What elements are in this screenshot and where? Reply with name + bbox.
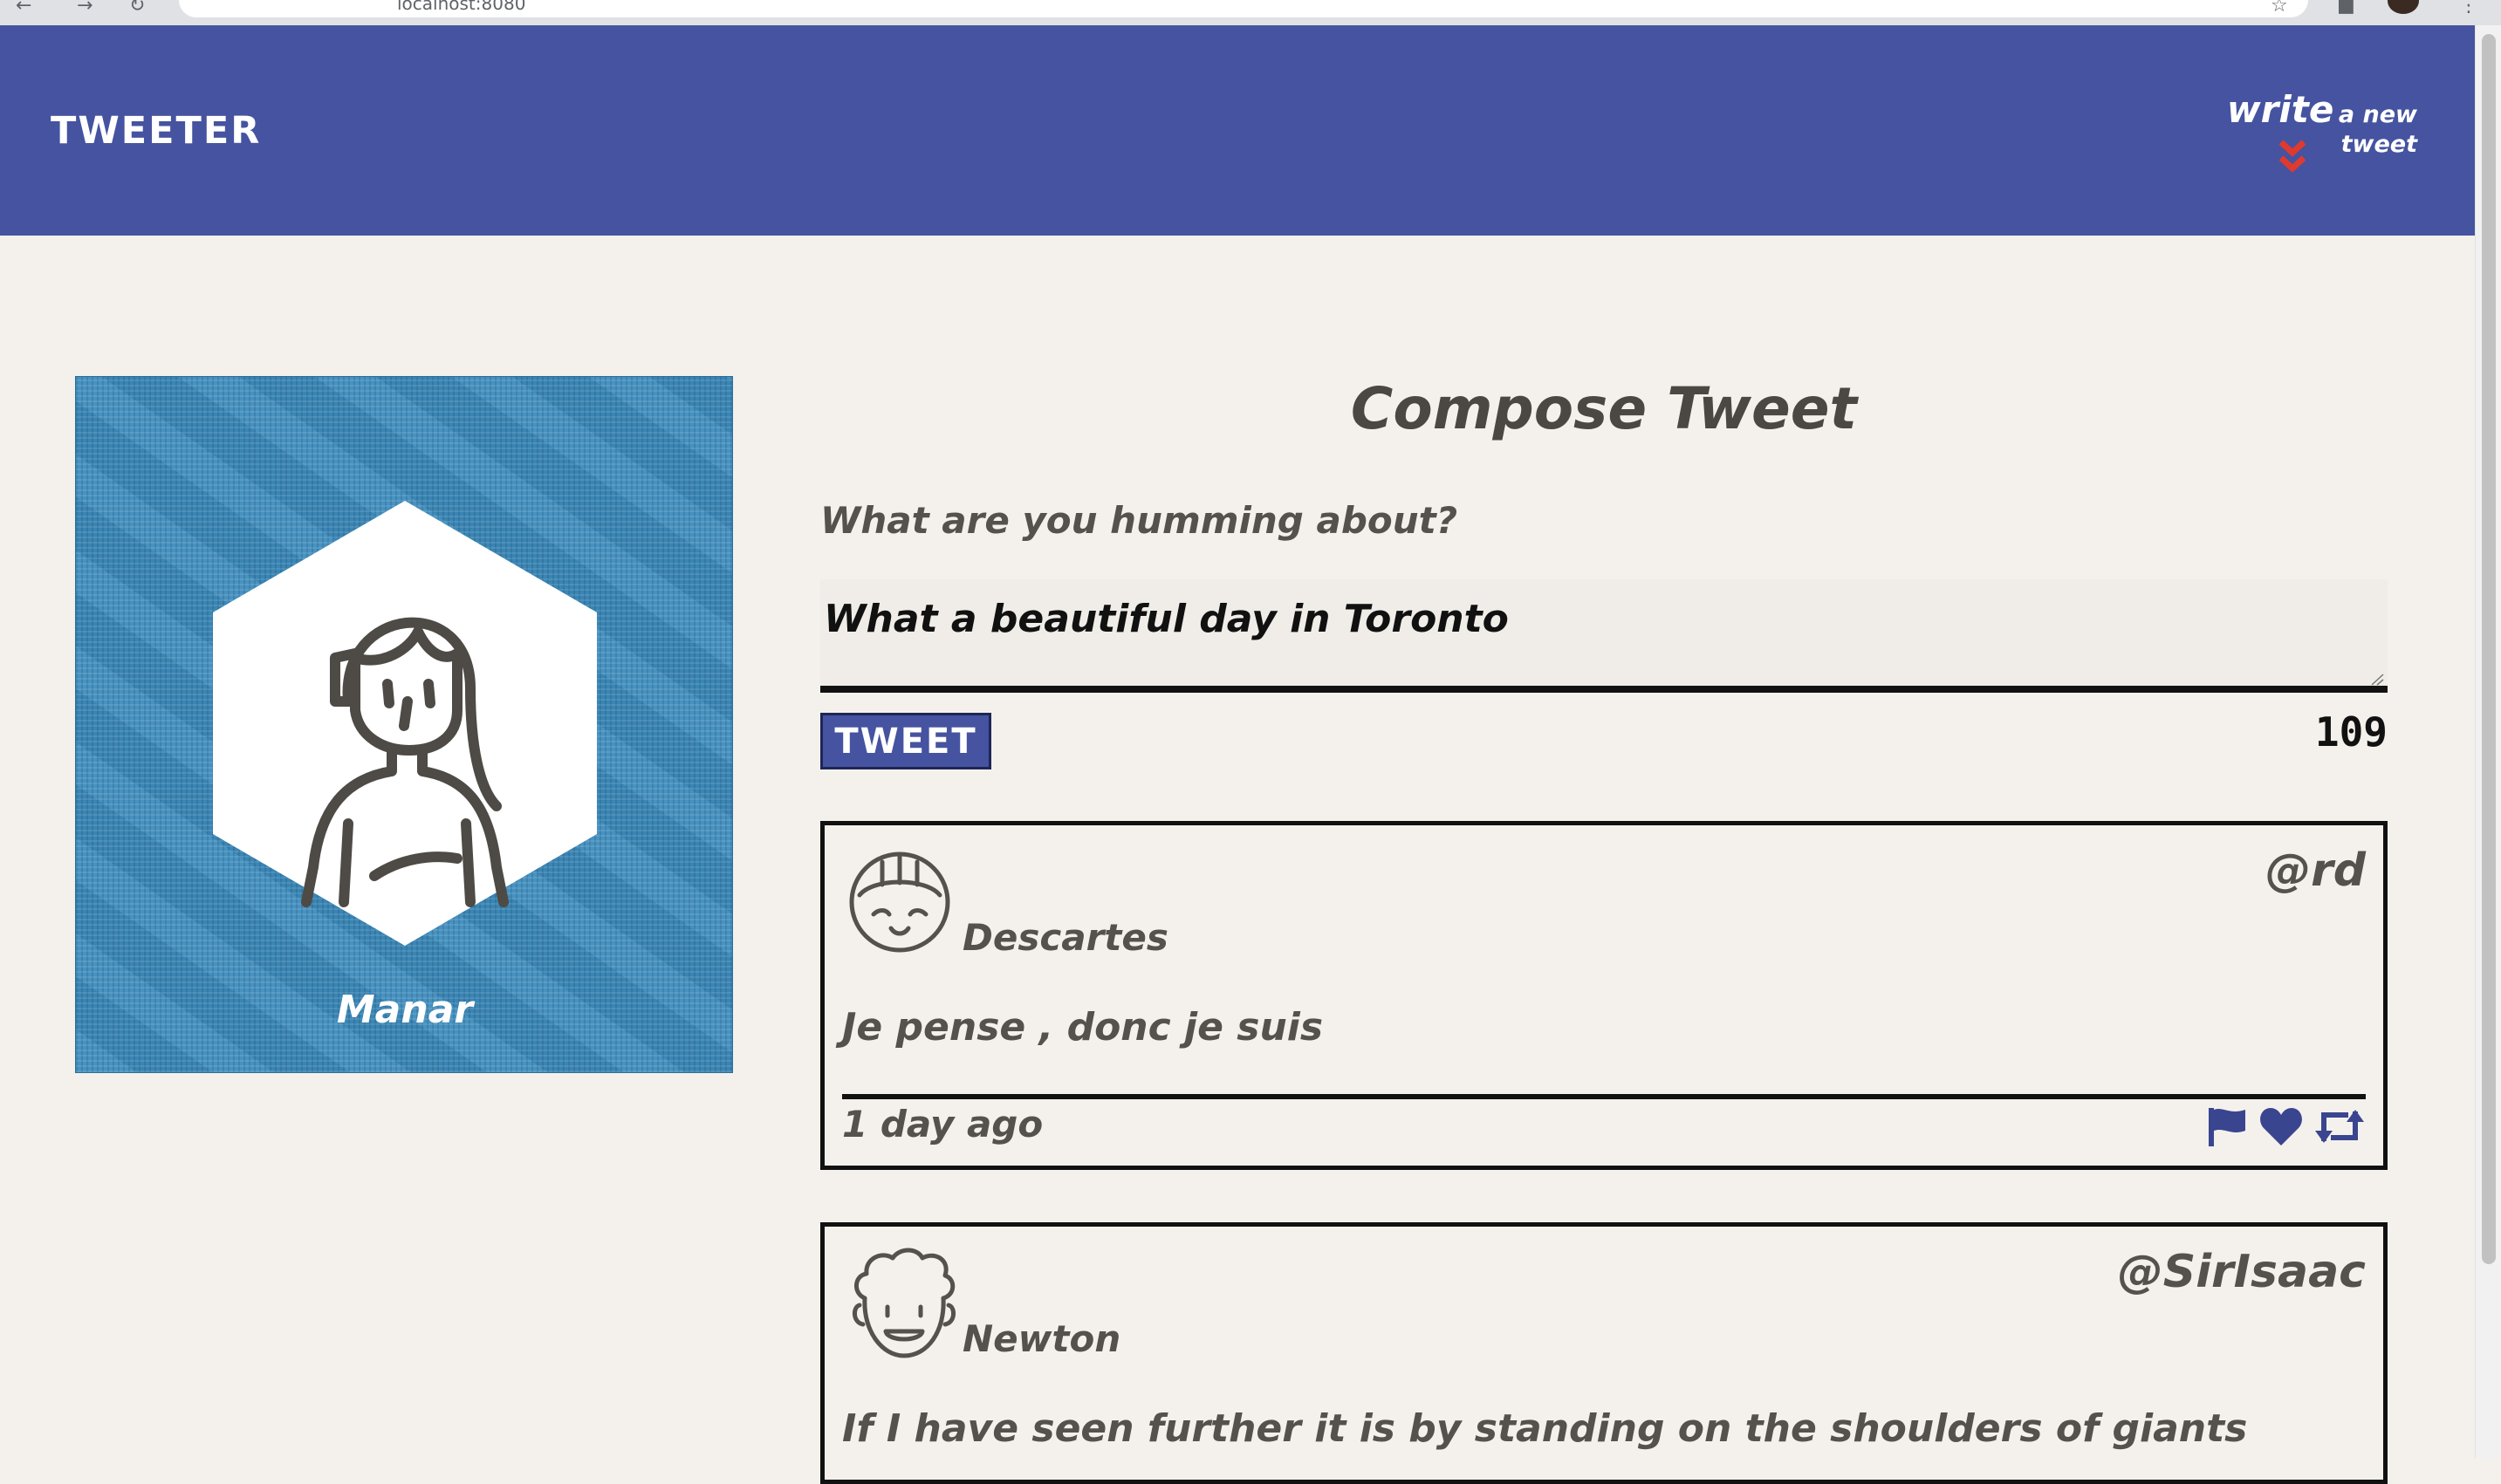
- compose-title: Compose Tweet: [1350, 375, 1858, 442]
- reload-icon[interactable]: ↻: [129, 0, 145, 17]
- browser-chrome: ← → ↻ localhost:8080 ☆ ■ ⋮: [0, 0, 2501, 25]
- tweet-actions: [2200, 1104, 2366, 1152]
- browser-menu-icon[interactable]: ⋮: [2459, 0, 2478, 17]
- forward-icon[interactable]: →: [77, 0, 93, 17]
- tweet-author-name: Newton: [963, 1317, 1121, 1360]
- retweet-icon[interactable]: [2313, 1106, 2366, 1150]
- back-icon[interactable]: ←: [16, 0, 31, 17]
- compose-label: What are you humming about?: [820, 499, 1458, 542]
- double-chevron-down-icon[interactable]: [2278, 139, 2307, 177]
- extensions-icon[interactable]: ■: [2337, 0, 2355, 17]
- address-bar-url: localhost:8080: [397, 0, 526, 14]
- heart-icon[interactable]: [2258, 1105, 2304, 1151]
- tweet-handle[interactable]: @rd: [2265, 845, 2366, 897]
- bookmark-star-icon[interactable]: ☆: [2271, 0, 2288, 17]
- profile-name: Manar: [336, 988, 474, 1032]
- tweet-text-input[interactable]: What a beautiful day in Toronto: [820, 579, 2388, 693]
- user-profile-card: Manar: [75, 376, 733, 1073]
- write-label: write: [2226, 88, 2334, 131]
- navbar: TWEETER write a new tweet: [0, 25, 2475, 236]
- new-tweet-label: a new tweet: [2338, 101, 2417, 158]
- browser-profile-avatar[interactable]: [2388, 0, 2419, 14]
- address-bar[interactable]: localhost:8080: [179, 0, 2308, 17]
- page-scrollbar[interactable]: [2475, 25, 2501, 1459]
- curly-hair-avatar-icon: [853, 1248, 956, 1358]
- tweet-card: Descartes @rd Je pense , donc je suis 1 …: [820, 821, 2388, 1170]
- resize-grip-icon[interactable]: [2370, 674, 2384, 686]
- tweet-content: Je pense , donc je suis: [842, 1005, 1324, 1050]
- tweet-handle[interactable]: @SirIsaac: [2118, 1246, 2366, 1298]
- tweet-submit-button[interactable]: TWEET: [820, 713, 991, 769]
- scrollbar-thumb[interactable]: [2482, 34, 2496, 1264]
- tweet-footer: 1 day ago: [842, 1094, 2366, 1160]
- bangs-avatar-icon: [849, 851, 950, 953]
- girl-avatar-icon: [213, 501, 597, 946]
- tweet-content: If I have seen further it is by standing…: [842, 1406, 2248, 1451]
- tweet-card: Newton @SirIsaac If I have seen further …: [820, 1222, 2388, 1484]
- brand-logo[interactable]: TWEETER: [51, 109, 261, 153]
- flag-icon[interactable]: [2205, 1104, 2249, 1152]
- character-counter: 109: [2314, 708, 2388, 756]
- tweet-author-name: Descartes: [963, 916, 1168, 959]
- tweet-timestamp: 1 day ago: [842, 1103, 1044, 1145]
